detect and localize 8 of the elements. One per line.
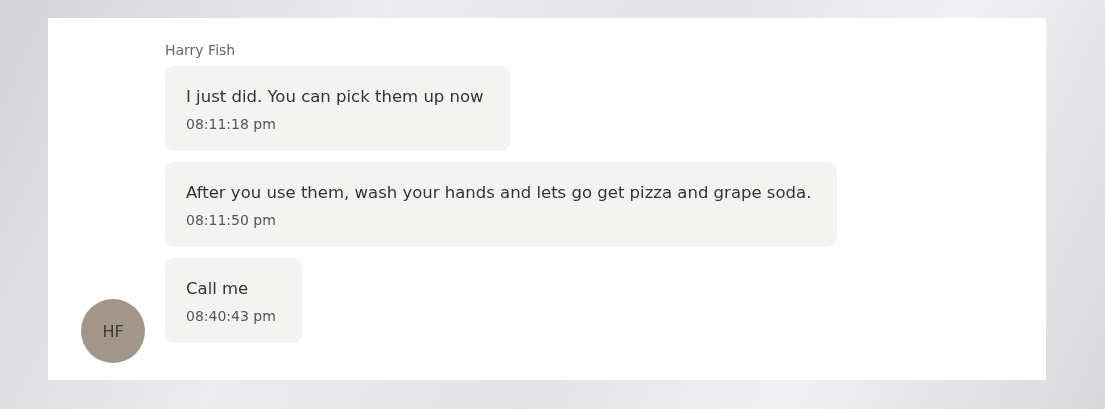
message-time: 08:40:43 pm [186,308,276,324]
sender-name: Harry Fish [165,42,236,58]
message-time: 08:11:18 pm [186,116,277,132]
message-time: 08:11:50 pm [186,212,277,228]
message-text: After you use them, wash your hands and lets go get pizza and grape soda. [186,183,812,202]
message-text: Call me [186,279,250,298]
message-text: I just did. You can pick them up now [186,87,484,106]
avatar: HF [81,299,145,363]
